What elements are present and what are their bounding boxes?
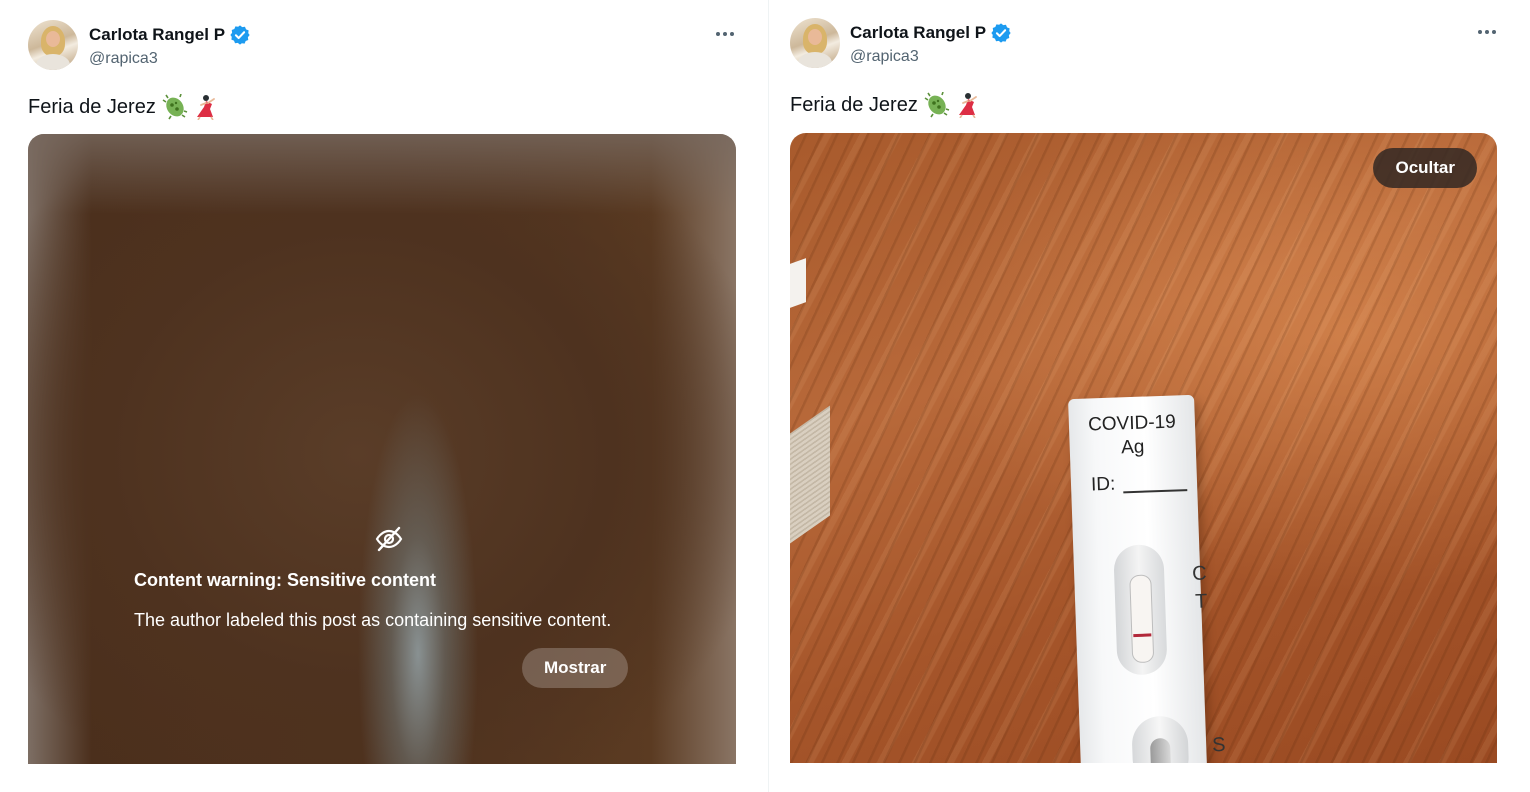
test-sub-label: Ag [1120, 436, 1145, 459]
post-text-row: Feria de Jerez [790, 92, 982, 118]
verified-badge-icon [230, 25, 250, 45]
avatar-shoulders [798, 52, 832, 68]
post-photo[interactable]: COVID-19 Ag ID: C T S Ocultar [790, 133, 1497, 763]
avatar-face [808, 29, 822, 45]
blur-overlay [28, 134, 736, 214]
author-name[interactable]: Carlota Rangel P [850, 23, 986, 43]
author-name[interactable]: Carlota Rangel P [89, 25, 225, 45]
warning-title: Content warning: Sensitive content [134, 570, 437, 590]
show-media-button[interactable]: Mostrar [522, 648, 629, 688]
microbe-emoji-icon [162, 94, 188, 120]
post-text: Feria de Jerez [28, 95, 156, 118]
hide-media-button[interactable]: Ocultar [1373, 148, 1477, 188]
avatar-shoulders [36, 54, 70, 70]
post-card-left[interactable]: Carlota Rangel P @rapica3 Feria de Jerez [0, 0, 768, 792]
more-horizontal-icon [1478, 30, 1482, 34]
sensitive-media[interactable]: Content warning: Sensitive content The a… [28, 134, 736, 764]
microbe-emoji-icon [924, 92, 950, 118]
test-name-label: COVID-19 [1087, 411, 1177, 436]
sample-well [1131, 715, 1190, 763]
column-divider [768, 0, 769, 792]
post-text-row: Feria de Jerez [28, 94, 220, 120]
avatar-face [46, 31, 60, 47]
test-strip [1129, 574, 1155, 664]
dancer-emoji-icon [958, 93, 977, 118]
sample-hole [1149, 737, 1172, 763]
author-name-row[interactable]: Carlota Rangel P [850, 22, 1012, 44]
post-card-right[interactable]: Carlota Rangel P @rapica3 Feria de Jerez… [770, 0, 1530, 792]
author-handle[interactable]: @rapica3 [850, 48, 919, 66]
warning-body: The author labeled this post as containi… [134, 610, 612, 630]
author-name-row[interactable]: Carlota Rangel P [89, 24, 251, 46]
eye-slash-icon [375, 526, 403, 552]
avatar[interactable] [790, 18, 840, 68]
test-id-line [1123, 489, 1188, 494]
more-options-button[interactable] [1472, 23, 1502, 41]
author-handle[interactable]: @rapica3 [89, 50, 158, 68]
test-letter-c: C [1191, 562, 1208, 585]
post-text: Feria de Jerez [790, 93, 918, 116]
dancer-emoji-icon [196, 95, 215, 120]
avatar[interactable] [28, 20, 78, 70]
more-options-button[interactable] [710, 25, 740, 43]
control-line [1133, 633, 1152, 638]
test-id-label: ID: [1090, 473, 1116, 496]
test-letter-t: T [1194, 590, 1208, 613]
more-horizontal-icon [716, 32, 720, 36]
box-edge [790, 405, 830, 551]
test-letter-s: S [1211, 733, 1226, 757]
test-result-window [1113, 543, 1168, 676]
verified-badge-icon [991, 23, 1011, 43]
covid-test-cassette: COVID-19 Ag ID: C T S [1068, 394, 1226, 763]
paper-corner [790, 258, 806, 308]
